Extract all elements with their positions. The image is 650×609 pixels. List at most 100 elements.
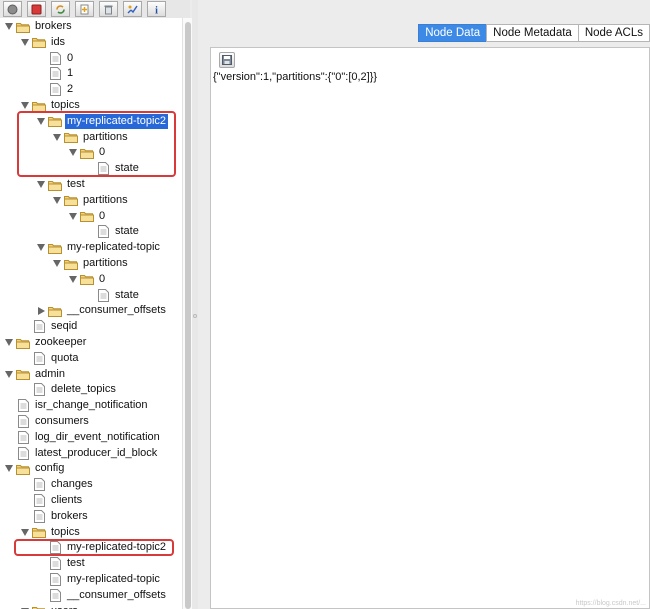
- tree-leaf-node[interactable]: latest_producer_id_block: [16, 446, 159, 461]
- tree-folder-node[interactable]: partitions: [52, 130, 130, 145]
- save-button[interactable]: [219, 52, 235, 68]
- tree-leaf-node[interactable]: isr_change_notification: [16, 398, 150, 413]
- tree-node-label: my-replicated-topic2: [67, 541, 167, 554]
- tree-folder-node[interactable]: partitions: [52, 256, 130, 271]
- connect-button[interactable]: [3, 1, 22, 17]
- tree-folder-node[interactable]: zookeeper: [4, 335, 88, 350]
- expanded-arrow-icon[interactable]: [4, 335, 14, 350]
- tree-node-label: consumers: [35, 415, 89, 427]
- tree-leaf-node[interactable]: clients: [32, 493, 84, 508]
- expanded-arrow-icon[interactable]: [20, 525, 30, 540]
- expanded-arrow-icon[interactable]: [36, 240, 46, 255]
- tree-folder-node[interactable]: brokers: [4, 19, 74, 34]
- tree-leaf-node[interactable]: 0: [48, 51, 75, 66]
- tree-folder-node[interactable]: ids: [20, 35, 67, 50]
- tree-folder-node[interactable]: users: [20, 604, 80, 609]
- tree-folder-node[interactable]: config: [4, 461, 66, 476]
- file-icon: [96, 288, 110, 303]
- tree-folder-node[interactable]: topics: [20, 98, 82, 113]
- tree-folder-node[interactable]: __consumer_offsets: [36, 303, 168, 318]
- tree-folder-node[interactable]: my-replicated-topic2: [36, 113, 169, 129]
- add-node-button[interactable]: [75, 1, 94, 17]
- file-icon: [32, 382, 46, 397]
- disconnect-button[interactable]: [27, 1, 46, 17]
- file-icon: [48, 556, 62, 571]
- tree-leaf-node[interactable]: test: [48, 556, 87, 571]
- tree-folder-node[interactable]: topics: [20, 525, 82, 540]
- folder-icon: [16, 461, 30, 476]
- file-icon: [16, 430, 30, 445]
- expanded-arrow-icon[interactable]: [68, 145, 78, 160]
- tree-leaf-node[interactable]: my-replicated-topic2: [48, 540, 168, 555]
- expanded-arrow-icon[interactable]: [4, 19, 14, 34]
- expanded-arrow-icon[interactable]: [4, 461, 14, 476]
- tree-node-label: brokers: [35, 20, 72, 32]
- tree-folder-node[interactable]: my-replicated-topic: [36, 240, 162, 255]
- expanded-arrow-icon[interactable]: [20, 35, 30, 50]
- tree-leaf-node[interactable]: log_dir_event_notification: [16, 430, 162, 445]
- expanded-arrow-icon[interactable]: [52, 193, 62, 208]
- tree-node-label: quota: [51, 351, 79, 364]
- expanded-arrow-icon[interactable]: [20, 98, 30, 113]
- tree-node-label: test: [67, 557, 85, 570]
- file-icon: [32, 509, 46, 524]
- tree-leaf-node[interactable]: seqid: [32, 319, 79, 334]
- about-button[interactable]: i: [147, 1, 166, 17]
- tree-node-label: test: [67, 178, 85, 190]
- expanded-arrow-icon[interactable]: [68, 272, 78, 287]
- folder-icon: [32, 604, 46, 609]
- folder-icon: [48, 177, 62, 192]
- tree-leaf-node[interactable]: 2: [48, 82, 75, 97]
- tree-leaf-node[interactable]: changes: [32, 477, 95, 492]
- node-data-editor[interactable]: {"version":1,"partitions":{"0":[0,2]}}: [210, 47, 650, 609]
- tree-leaf-node[interactable]: state: [96, 288, 141, 303]
- folder-icon: [16, 335, 30, 350]
- tab-node-metadata[interactable]: Node Metadata: [486, 24, 579, 42]
- tree-folder-node[interactable]: 0: [68, 272, 107, 287]
- tree-leaf-node[interactable]: state: [96, 224, 141, 239]
- file-icon: [48, 588, 62, 603]
- tree-leaf-node[interactable]: state: [96, 161, 141, 176]
- expanded-arrow-icon[interactable]: [68, 209, 78, 224]
- tree-node-label: log_dir_event_notification: [35, 430, 160, 443]
- tree-folder-node[interactable]: partitions: [52, 193, 130, 208]
- settings-button[interactable]: [123, 1, 142, 17]
- tree-leaf-node[interactable]: delete_topics: [32, 382, 118, 397]
- scrollbar-thumb[interactable]: [185, 22, 191, 609]
- tree-leaf-node[interactable]: __consumer_offsets: [48, 588, 168, 603]
- file-icon: [48, 51, 62, 66]
- collapsed-arrow-icon[interactable]: [36, 303, 46, 318]
- expanded-arrow-icon[interactable]: [36, 114, 46, 129]
- tree-leaf-node[interactable]: my-replicated-topic: [48, 572, 162, 587]
- tree-node-label: admin: [35, 367, 65, 380]
- tree-folder-node[interactable]: 0: [68, 145, 107, 160]
- folder-icon: [64, 130, 78, 145]
- info-icon: i: [151, 4, 162, 15]
- expanded-arrow-icon[interactable]: [52, 130, 62, 145]
- splitter-handle[interactable]: [193, 314, 197, 318]
- file-icon: [32, 477, 46, 492]
- tab-node-data[interactable]: Node Data: [418, 24, 488, 42]
- tab-node-acls[interactable]: Node ACLs: [577, 24, 650, 42]
- tree-folder-node[interactable]: admin: [4, 367, 67, 382]
- circle-icon: [7, 4, 18, 15]
- tree-leaf-node[interactable]: brokers: [32, 509, 90, 524]
- tree-node-label: partitions: [83, 130, 128, 143]
- refresh-button[interactable]: [51, 1, 70, 17]
- tree-folder-node[interactable]: 0: [68, 209, 107, 224]
- expanded-arrow-icon[interactable]: [20, 604, 30, 609]
- node-data-text[interactable]: {"version":1,"partitions":{"0":[0,2]}}: [213, 71, 377, 83]
- watermark: https://blog.csdn.net/...: [575, 600, 646, 607]
- expanded-arrow-icon[interactable]: [36, 177, 46, 192]
- expanded-arrow-icon[interactable]: [52, 256, 62, 271]
- expanded-arrow-icon[interactable]: [4, 367, 14, 382]
- tree-node-label: 0: [67, 51, 74, 64]
- tree-node-label: partitions: [83, 257, 128, 269]
- tree-leaf-node[interactable]: consumers: [16, 414, 91, 429]
- trash-icon: [103, 4, 114, 15]
- tree-leaf-node[interactable]: 1: [48, 66, 75, 81]
- delete-node-button[interactable]: [99, 1, 118, 17]
- folder-icon: [32, 525, 46, 540]
- tree-folder-node[interactable]: test: [36, 177, 87, 192]
- tree-leaf-node[interactable]: quota: [32, 351, 81, 366]
